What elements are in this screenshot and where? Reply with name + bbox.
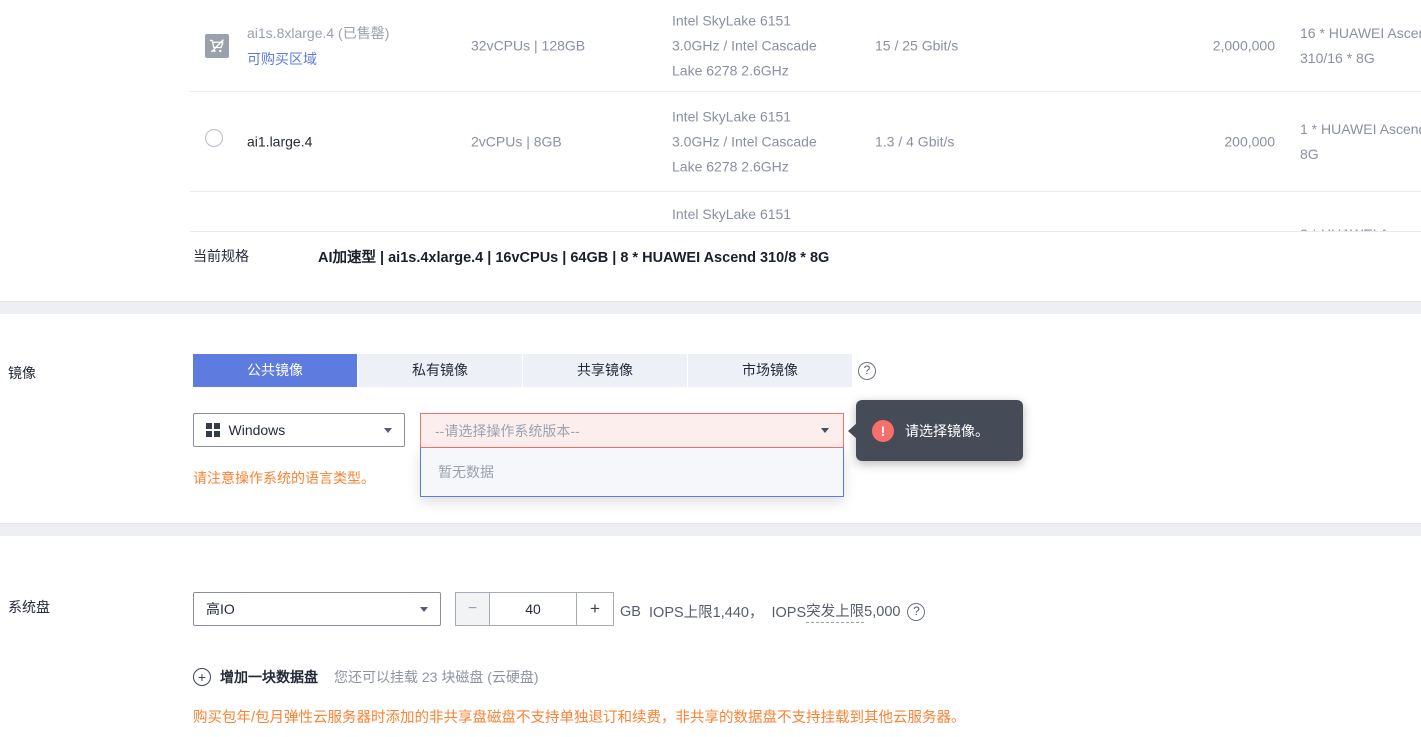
flavor-radio[interactable] [205,128,223,147]
chevron-down-icon [384,427,392,433]
image-tabs: 公共镜像 私有镜像 共享镜像 市场镜像 [193,354,852,387]
data-disk-warning: 购买包年/包月弹性云服务器时添加的非共享盘磁盘不支持单独退订和续费，非共享的数据… [193,710,966,726]
os-language-note: 请注意操作系统的语言类型。 [193,470,375,486]
select-image-error-tooltip: ! 请选择镜像。 [848,400,1023,461]
tab-public-image[interactable]: 公共镜像 [193,354,357,387]
flavor-row-ai1-large[interactable]: ai1.large.4 2vCPUs | 8GB Intel SkyLake 6… [190,92,1421,192]
system-disk-label: 系统盘 [8,599,50,615]
flavor-specs: 32vCPUs | 128GB [471,37,586,53]
dropdown-empty-text: 暂无数据 [438,464,494,480]
disk-size-input[interactable]: 40 [490,592,576,626]
disk-unit: GB [620,603,641,620]
flavor-name: ai1.large.4 [247,133,313,149]
flavor-cpu: Intel SkyLake 6151 [672,206,792,222]
os-version-dropdown: 暂无数据 [420,448,844,497]
tab-marketplace-image[interactable]: 市场镜像 [688,354,852,387]
flavor-row-sold-out[interactable]: ai1s.8xlarge.4 (已售罄) 可购买区域 32vCPUs | 128… [190,0,1421,92]
tooltip-arrow-icon [848,422,857,439]
flavor-cpu: Intel SkyLake 6151 3.0GHz / Intel Cascad… [672,108,817,174]
disk-iops-info: GB IOPS上限1,440， IOPS 突发上限 5,000? [620,600,926,623]
flavor-cpu: Intel SkyLake 6151 3.0GHz / Intel Cascad… [672,12,817,78]
image-section-label: 镜像 [8,365,36,381]
current-spec-value: AI加速型 | ai1s.4xlarge.4 | 16vCPUs | 64GB … [318,250,830,266]
section-divider [0,523,1421,536]
flavor-pps: 200,000 [1224,133,1275,149]
add-disk-hint: 您还可以挂载 23 块磁盘 (云硬盘) [334,669,539,685]
flavor-table[interactable]: ai1s.8xlarge.4 (已售罄) 可购买区域 32vCPUs | 128… [190,0,1421,232]
current-spec-row: 当前规格 AI加速型 | ai1s.4xlarge.4 | 16vCPUs | … [193,246,829,267]
disk-type-select[interactable]: 高IO [193,592,441,626]
add-data-disk-button[interactable]: + 增加一块数据盘 您还可以挂载 23 块磁盘 (云硬盘) [193,667,539,687]
flavor-row-partial[interactable]: Intel SkyLake 6151 2 * HUAWEI Ascend 310… [190,192,1421,231]
os-type-value: Windows [228,422,286,438]
os-type-select[interactable]: Windows [193,413,405,447]
flavor-accelerator: 2 * HUAWEI Ascend 310/2 * [1300,192,1421,231]
iops-help-icon[interactable]: ? [907,602,926,621]
chevron-down-icon [420,606,428,612]
tab-private-image[interactable]: 私有镜像 [358,354,522,387]
error-exclamation-icon: ! [872,419,894,442]
disk-type-value: 高IO [206,601,235,617]
os-version-placeholder: --请选择操作系统版本-- [435,422,580,439]
disk-size-stepper: − 40 + [455,592,614,626]
add-disk-label: 增加一块数据盘 [220,669,318,685]
image-help-icon[interactable]: ? [858,362,876,380]
os-version-select[interactable]: --请选择操作系统版本-- [420,413,844,448]
flavor-specs: 2vCPUs | 8GB [471,133,562,149]
flavor-accelerator: 16 * HUAWEI Ascend 310/16 * 8G [1300,24,1421,66]
flavor-bandwidth: 1.3 / 4 Gbit/s [875,133,955,149]
chevron-down-icon [821,428,829,433]
flavor-bandwidth: 15 / 25 Gbit/s [875,37,959,53]
purchasable-region-link[interactable]: 可购买区域 [247,46,317,72]
flavor-pps: 2,000,000 [1212,37,1275,53]
sold-out-cart-icon [205,33,229,58]
current-spec-label: 当前规格 [193,248,249,264]
stepper-minus-button[interactable]: − [455,592,490,626]
ecs-purchase-page: ai1s.8xlarge.4 (已售罄) 可购买区域 32vCPUs | 128… [0,0,1421,737]
flavor-name: ai1s.8xlarge.4 (已售罄) [247,24,390,41]
tab-shared-image[interactable]: 共享镜像 [523,354,687,387]
section-divider [0,301,1421,314]
stepper-plus-button[interactable]: + [576,592,614,626]
tooltip-text: 请选择镜像。 [905,422,989,439]
plus-circle-icon: + [193,668,211,686]
flavor-accelerator: 1 * HUAWEI Ascend 310/1 * 8G [1300,120,1421,162]
windows-logo-icon [206,423,220,437]
iops-burst-term: 突发上限 [806,600,865,623]
